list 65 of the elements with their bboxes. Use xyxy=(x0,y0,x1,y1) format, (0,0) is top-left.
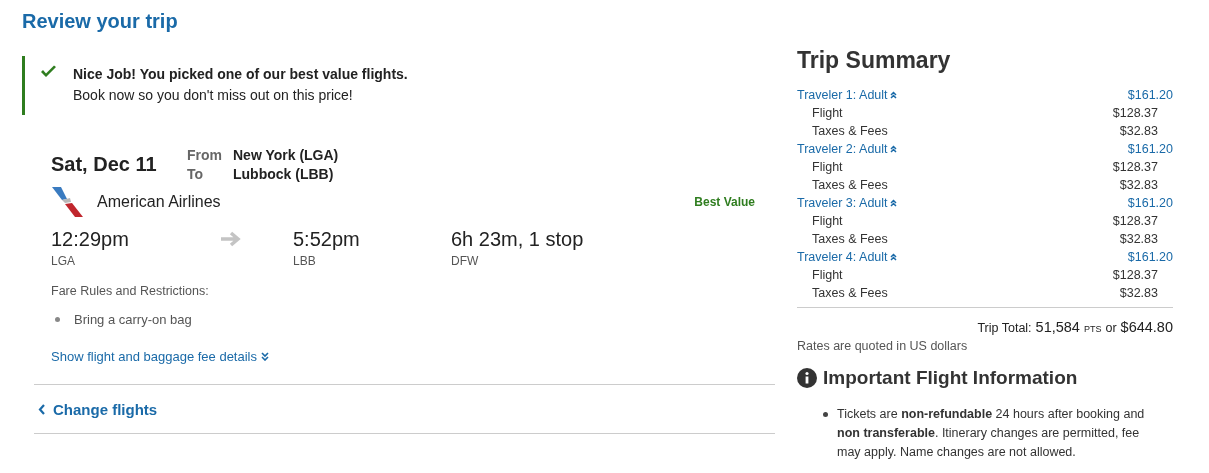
stop-airport: DFW xyxy=(451,254,480,268)
trip-total-amount: $644.80 xyxy=(1120,319,1173,335)
notice-message: Book now so you don't miss out on this price! xyxy=(73,87,354,103)
arrival-airport: LBB xyxy=(293,254,317,268)
traveler-total: $161.20 xyxy=(1127,142,1173,156)
trip-summary-title: Trip Summary xyxy=(797,46,952,74)
double-chevron-down-icon xyxy=(261,352,269,361)
trip-total-label: Trip Total: xyxy=(977,321,1032,335)
traveler-total: $161.20 xyxy=(1127,196,1173,210)
flight-duration: 6h 23m, 1 stop xyxy=(451,228,585,251)
airline-logo-icon xyxy=(51,186,83,218)
fare-line-amount: $128.37 xyxy=(1112,160,1158,174)
double-chevron-icon xyxy=(889,199,897,207)
fare-line-label: Flight xyxy=(812,160,843,174)
rates-note: Rates are quoted in US dollars xyxy=(797,339,969,353)
traveler-toggle[interactable]: Traveler 2: Adult xyxy=(797,142,897,156)
best-value-label: Best Value xyxy=(694,195,755,209)
fare-line-label: Taxes & Fees xyxy=(812,178,888,192)
fare-line-amount: $32.83 xyxy=(1119,232,1158,246)
bullet-icon xyxy=(55,317,60,322)
points-unit: PTS xyxy=(1083,324,1102,334)
fare-line-label: Flight xyxy=(812,268,843,282)
fare-line-amount: $32.83 xyxy=(1119,178,1158,192)
trip-total-points: 51,584 xyxy=(1035,319,1080,335)
traveler-toggle[interactable]: Traveler 3: Adult xyxy=(797,196,897,210)
fare-line-amount: $128.37 xyxy=(1112,214,1158,228)
fare-line-label: Flight xyxy=(812,214,843,228)
chevron-left-icon xyxy=(38,404,46,415)
fare-line-amount: $128.37 xyxy=(1112,268,1158,282)
important-info-text: Tickets are non-refundable 24 hours after booking and non transferable. Itinerary changes are permitted, fee may apply. Name changes are not allowed. xyxy=(837,406,1146,461)
destination-city: Lubbock (LBB) xyxy=(233,166,335,182)
traveler-total: $161.20 xyxy=(1127,88,1173,102)
fare-rules-title: Fare Rules and Restrictions: xyxy=(51,284,210,298)
fare-line-label: Taxes & Fees xyxy=(812,232,888,246)
fare-line-label: Taxes & Fees xyxy=(812,124,888,138)
double-chevron-icon xyxy=(889,91,897,99)
double-chevron-icon xyxy=(889,145,897,153)
fare-line-label: Flight xyxy=(812,106,843,120)
origin-city: New York (LGA) xyxy=(233,147,339,163)
departure-airport: LGA xyxy=(51,254,76,268)
or-text: or xyxy=(1105,321,1117,335)
fare-rule: Bring a carry-on bag xyxy=(74,312,192,327)
from-label: From xyxy=(187,147,223,163)
fare-line-label: Taxes & Fees xyxy=(812,286,888,300)
change-flights-link[interactable]: Change flights xyxy=(38,401,158,418)
double-chevron-icon xyxy=(889,253,897,261)
info-icon xyxy=(797,368,817,388)
page-title: Review your trip xyxy=(22,9,179,33)
airline-name: American Airlines xyxy=(97,193,222,211)
flight-date: Sat, Dec 11 xyxy=(51,153,158,176)
traveler-total: $161.20 xyxy=(1127,250,1173,264)
bullet-icon xyxy=(823,412,828,417)
fare-line-amount: $32.83 xyxy=(1119,124,1158,138)
notice-headline: Nice Job! You picked one of our best value flights. xyxy=(73,66,408,82)
flight-details-link[interactable]: Show flight and baggage fee details xyxy=(51,349,269,364)
fare-line-amount: $32.83 xyxy=(1119,286,1158,300)
important-info-title: Important Flight Information xyxy=(823,367,1078,389)
departure-time: 12:29pm xyxy=(51,228,130,251)
traveler-toggle[interactable]: Traveler 1: Adult xyxy=(797,88,897,102)
traveler-toggle[interactable]: Traveler 4: Adult xyxy=(797,250,897,264)
to-label: To xyxy=(187,166,205,182)
arrival-time: 5:52pm xyxy=(293,228,361,251)
arrow-right-icon xyxy=(219,231,241,247)
fare-line-amount: $128.37 xyxy=(1112,106,1158,120)
checkmark-icon xyxy=(40,65,57,78)
